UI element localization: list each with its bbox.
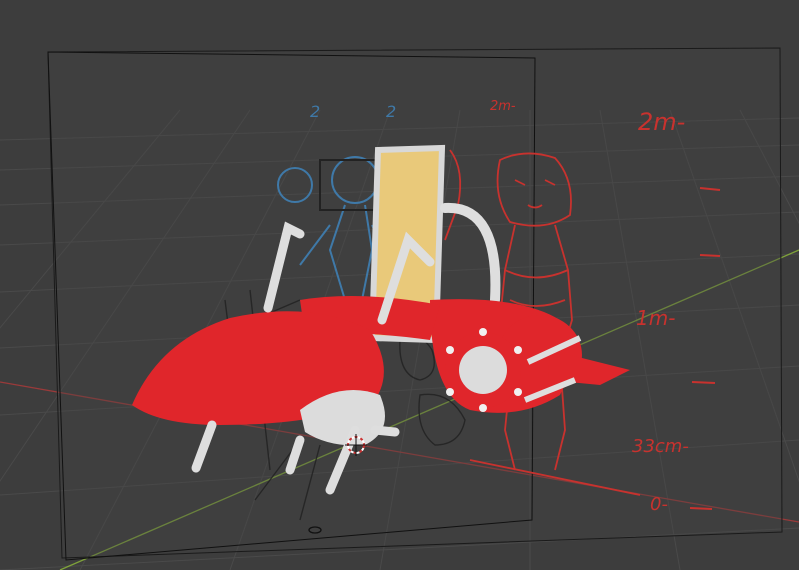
viewport-canvas[interactable]: 2 2 2m- 2m- 1m- 33cm- 0- — [0, 0, 799, 570]
scale-label-zero: 0- — [650, 494, 668, 515]
scale-label-33cm: 33cm- — [632, 436, 689, 457]
blue-label-right: 2 — [386, 102, 396, 121]
3d-viewport[interactable]: 2 2 2m- 2m- 1m- 33cm- 0- — [0, 0, 799, 570]
engine-hub[interactable] — [459, 346, 507, 394]
blue-label-left: 2 — [310, 102, 320, 121]
scale-label-1m: 1m- — [636, 306, 675, 330]
scale-label-2m-large: 2m- — [638, 108, 685, 136]
scale-label-2m-small: 2m- — [490, 99, 516, 114]
